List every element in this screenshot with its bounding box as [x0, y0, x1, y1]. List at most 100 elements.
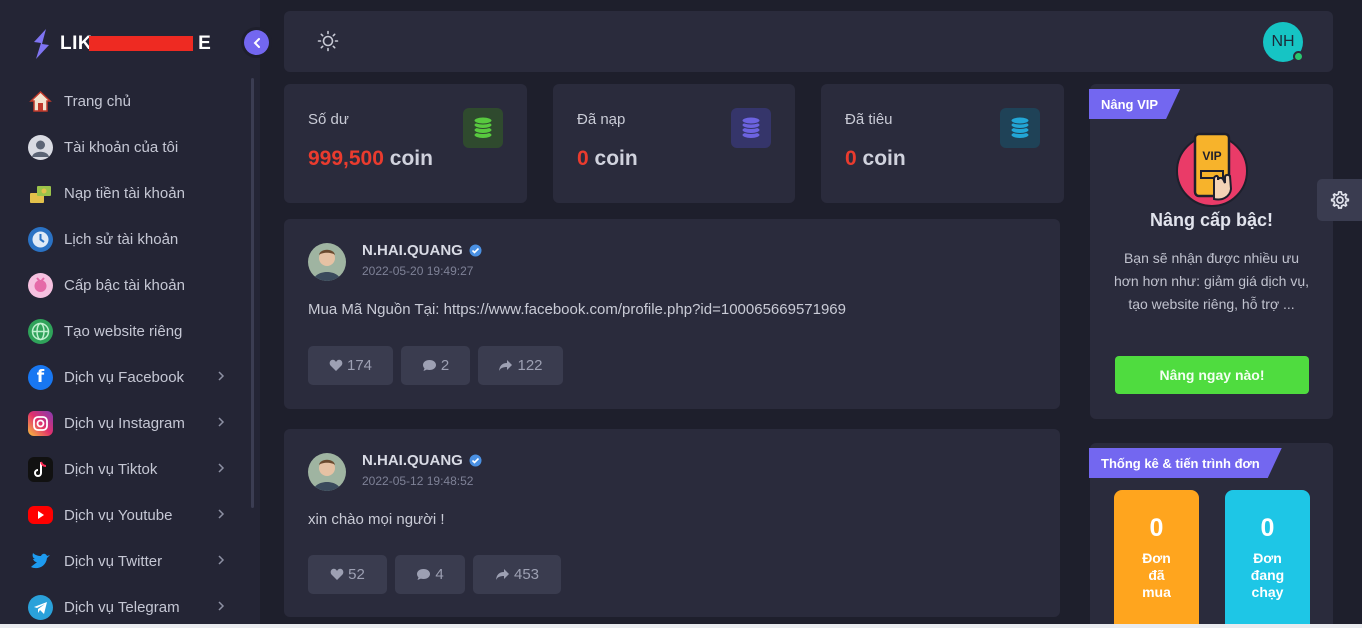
sidebar-item-deposit[interactable]: Nạp tiền tài khoản — [28, 170, 238, 216]
sidebar-item-telegram[interactable]: Dịch vụ Telegram — [28, 584, 238, 628]
vip-phone-icon: VIP — [1176, 132, 1248, 207]
stat-label: Số dư — [308, 111, 349, 128]
author-avatar[interactable] — [308, 453, 346, 491]
stat-value: 0 coin — [845, 147, 906, 170]
comment-icon — [422, 360, 436, 371]
theme-toggle-sun-icon[interactable] — [317, 30, 339, 52]
sidebar-item-label: Tài khoản của tôi — [64, 138, 179, 156]
post-timestamp: 2022-05-20 19:49:27 — [362, 264, 474, 278]
post-card: N.HAI.QUANG 2022-05-20 19:49:27 Mua Mã N… — [284, 219, 1060, 409]
post-author[interactable]: N.HAI.QUANG — [362, 242, 482, 259]
youtube-icon — [28, 506, 53, 524]
bottom-edge — [0, 624, 1362, 628]
comment-button[interactable]: 4 — [395, 555, 465, 594]
rank-icon — [28, 272, 53, 298]
stat-card-spent: Đã tiêu 0 coin — [821, 84, 1064, 203]
vip-description: Bạn sẽ nhận được nhiều ưu hơn hơn như: g… — [1113, 250, 1310, 312]
post-content: xin chào mọi người ! — [308, 511, 445, 528]
redaction-bar — [89, 36, 193, 51]
sidebar-item-home[interactable]: Trang chủ — [28, 78, 238, 124]
facebook-icon: f — [28, 364, 53, 390]
sidebar-item-label: Dịch vụ Instagram — [64, 414, 185, 432]
stat-card-balance: Số dư 999,500 coin — [284, 84, 527, 203]
clock-icon — [28, 226, 53, 252]
collapse-sidebar-button[interactable] — [244, 30, 269, 55]
coins-icon — [463, 108, 503, 148]
tile-value: 0 — [1149, 514, 1164, 542]
gear-icon — [1330, 190, 1349, 209]
post-content: Mua Mã Nguồn Tại: https://www.facebook.c… — [308, 301, 846, 318]
settings-button[interactable] — [1317, 179, 1362, 221]
verified-icon — [469, 454, 482, 467]
share-icon — [495, 569, 509, 580]
post-actions: 174 2 122 — [308, 346, 563, 385]
stat-value: 0 coin — [577, 147, 638, 170]
author-avatar[interactable] — [308, 243, 346, 281]
sidebar-menu: Trang chủ Tài khoản của tôi Nạp tiền tài… — [28, 78, 238, 628]
coins-icon — [731, 108, 771, 148]
sidebar-item-youtube[interactable]: Dịch vụ Youtube — [28, 492, 238, 538]
money-icon — [28, 181, 53, 206]
stat-card-deposited: Đã nạp 0 coin — [553, 84, 795, 203]
sidebar: LIK E Trang chủ Tài khoản của tôi Nạp tiề… — [0, 0, 269, 628]
chevron-right-icon — [218, 463, 225, 473]
sidebar-item-rank[interactable]: Cấp bậc tài khoản — [28, 262, 238, 308]
heart-icon — [330, 568, 344, 580]
like-button[interactable]: 52 — [308, 555, 387, 594]
chevron-right-icon — [218, 601, 225, 611]
heart-icon — [329, 359, 343, 371]
post-actions: 52 4 453 — [308, 555, 561, 594]
logo-icon — [34, 29, 49, 59]
sidebar-item-label: Lịch sử tài khoản — [64, 230, 179, 248]
sidebar-item-label: Nạp tiền tài khoản — [64, 184, 185, 202]
brand-logo[interactable]: LIK E — [28, 28, 211, 60]
vip-card: Nâng VIP VIP Nâng cấp bậc! Bạn sẽ nhận đ… — [1090, 84, 1333, 419]
sidebar-item-website[interactable]: Tạo website riêng — [28, 308, 238, 354]
sidebar-item-label: Dịch vụ Telegram — [64, 598, 180, 616]
sidebar-item-facebook[interactable]: f Dịch vụ Facebook — [28, 354, 238, 400]
tile-value: 0 — [1260, 514, 1275, 542]
user-icon — [28, 134, 53, 160]
sidebar-item-twitter[interactable]: Dịch vụ Twitter — [28, 538, 238, 584]
chevron-right-icon — [218, 417, 225, 427]
comment-icon — [417, 569, 431, 580]
home-icon — [28, 89, 53, 114]
post-timestamp: 2022-05-12 19:48:52 — [362, 474, 474, 488]
tile-label: Đơn đang chạy — [1250, 550, 1285, 600]
orders-running-tile[interactable]: 0 Đơn đang chạy — [1225, 490, 1310, 628]
tile-label: Đơn đã mua — [1142, 550, 1171, 600]
sidebar-item-instagram[interactable]: Dịch vụ Instagram — [28, 400, 238, 446]
orders-ribbon: Thống kê & tiến trình đơn — [1089, 448, 1282, 478]
online-status-dot — [1293, 51, 1304, 62]
verified-icon — [469, 244, 482, 257]
sidebar-item-label: Cấp bậc tài khoản — [64, 276, 185, 294]
orders-purchased-tile[interactable]: 0 Đơn đã mua — [1114, 490, 1199, 628]
telegram-icon — [28, 594, 53, 620]
chevron-right-icon — [218, 509, 225, 519]
share-button[interactable]: 453 — [473, 555, 561, 594]
upgrade-now-button[interactable]: Nâng ngay nào! — [1115, 356, 1309, 394]
sidebar-item-account[interactable]: Tài khoản của tôi — [28, 124, 238, 170]
post-author[interactable]: N.HAI.QUANG — [362, 452, 482, 469]
user-avatar[interactable]: NH — [1263, 22, 1304, 62]
sidebar-scrollbar[interactable] — [251, 78, 254, 508]
chevron-right-icon — [218, 555, 225, 565]
instagram-icon — [28, 410, 53, 436]
sidebar-item-history[interactable]: Lịch sử tài khoản — [28, 216, 238, 262]
like-button[interactable]: 174 — [308, 346, 393, 385]
sidebar-item-label: Tạo website riêng — [64, 322, 183, 340]
share-button[interactable]: 122 — [478, 346, 563, 385]
post-card: N.HAI.QUANG 2022-05-12 19:48:52 xin chào… — [284, 429, 1060, 617]
sidebar-item-label: Dịch vụ Facebook — [64, 368, 185, 386]
orders-stats-card: Thống kê & tiến trình đơn 0 Đơn đã mua 0… — [1090, 443, 1333, 628]
stat-label: Đã tiêu — [845, 111, 893, 128]
globe-icon — [28, 318, 53, 344]
sidebar-item-tiktok[interactable]: Dịch vụ Tiktok — [28, 446, 238, 492]
svg-text:VIP: VIP — [1202, 149, 1221, 163]
comment-button[interactable]: 2 — [401, 346, 470, 385]
twitter-icon — [28, 549, 53, 574]
topbar: NH — [284, 11, 1333, 72]
sidebar-item-label: Dịch vụ Tiktok — [64, 460, 158, 478]
chevron-left-icon — [253, 37, 260, 48]
share-icon — [499, 360, 513, 371]
